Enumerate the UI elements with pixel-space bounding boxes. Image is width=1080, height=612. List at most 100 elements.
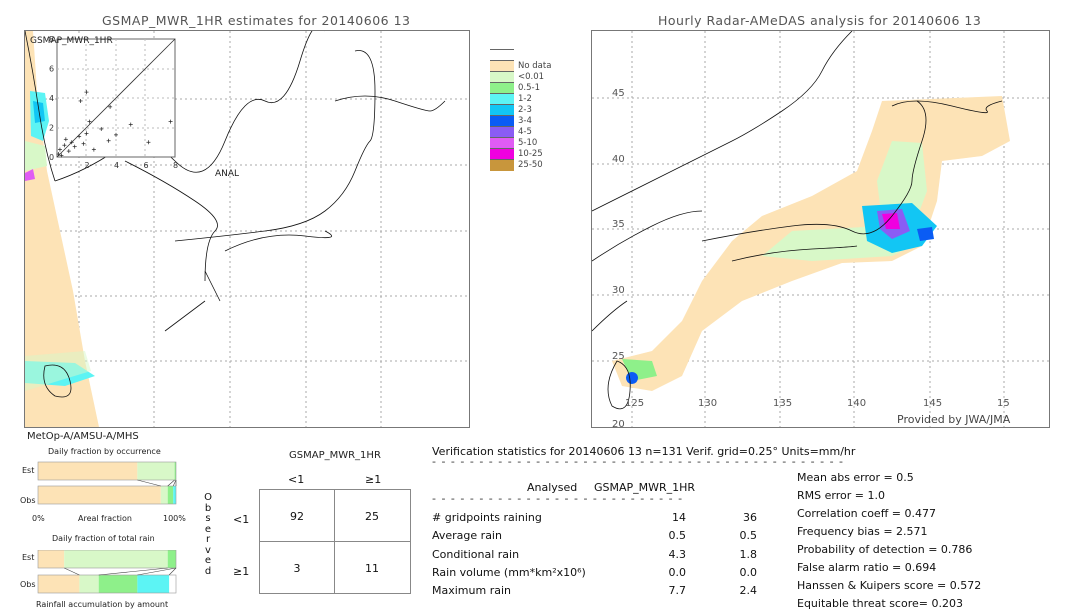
lon-ticks: 125 130 135 140 145 15: [625, 398, 1010, 409]
legend-label: 25-50: [518, 160, 543, 170]
score-line: False alarm ratio = 0.694: [797, 561, 937, 574]
lat-tick: 35: [612, 219, 625, 230]
inset-ytick: 4: [49, 94, 54, 103]
lat-tick: 45: [612, 88, 625, 99]
lon-tick: 15: [997, 398, 1010, 409]
fraction-segment: [167, 486, 174, 504]
axis-right-label: 100%: [163, 514, 186, 523]
fraction-connector: [64, 567, 80, 576]
accumulation-title: Rainfall accumulation by amount: [36, 600, 169, 609]
inset-xtick: 2: [85, 161, 90, 170]
stat-analysed: 4.3: [668, 547, 687, 561]
total-rain-title: Daily fraction of total rain: [52, 534, 155, 543]
score-line: RMS error = 1.0: [797, 489, 885, 502]
left-map: 022446688 GSMAP_MWR_1HR ANAL: [24, 30, 470, 428]
side-letter: O: [204, 492, 212, 503]
occurrence-est-label: Est: [22, 466, 35, 475]
axis-left-label: 0%: [32, 514, 45, 523]
row-header-ge1: ≥1: [233, 565, 250, 578]
inset-ytick: 2: [49, 124, 54, 133]
fraction-segment: [64, 550, 168, 568]
fraction-segment: [38, 462, 138, 480]
stat-label: Rain volume (mm*km²x10⁶): [432, 565, 586, 579]
rain-obs-label: Obs: [20, 580, 36, 589]
left-map-title: GSMAP_MWR_1HR estimates for 20140606 13: [102, 13, 411, 28]
contingency-grid: 92 25 3 11: [259, 489, 411, 594]
inset-xtick: 4: [114, 161, 119, 170]
lat-tick: 20: [612, 419, 625, 427]
side-letter: e: [204, 555, 212, 566]
left-map-canvas: 022446688 GSMAP_MWR_1HR ANAL: [25, 31, 469, 427]
observed-side-label: Observed: [203, 492, 213, 577]
fraction-segment: [137, 462, 175, 480]
legend-label: 0.5-1: [518, 83, 540, 93]
lon-tick: 135: [773, 398, 792, 409]
score-line: Frequency bias = 2.571: [797, 525, 928, 538]
map-credit: Provided by JWA/JMA: [897, 413, 1011, 426]
radar-rain-cell-taiwan: [626, 372, 638, 384]
stat-label: Maximum rain: [432, 584, 511, 598]
stat-analysed: 0.0: [668, 565, 687, 579]
cell-hits: 11: [365, 562, 379, 575]
stat-label: Conditional rain: [432, 547, 520, 561]
divider-2: - - - - - - - - - - - - - - - - - - - - …: [432, 492, 682, 505]
score-line: Equitable threat score= 0.203: [797, 597, 963, 610]
legend-label: 5-10: [518, 138, 538, 148]
cell-false-alarm: 25: [365, 510, 379, 523]
occurrence-obs-label: Obs: [20, 496, 36, 505]
stat-analysed: 14: [672, 511, 686, 524]
score-line: Hanssen & Kuipers score = 0.572: [797, 579, 982, 592]
inset-ytick: 0: [49, 153, 54, 162]
stat-model: 2.4: [739, 584, 758, 598]
occurrence-title: Daily fraction by occurrence: [48, 447, 161, 456]
fraction-segment: [38, 575, 80, 593]
stat-label: Average rain: [432, 529, 502, 543]
lon-tick: 140: [847, 398, 866, 409]
stat-label: # gridpoints raining: [432, 511, 542, 524]
row-header-lt1: <1: [233, 513, 250, 526]
fraction-segment: [137, 575, 170, 593]
inset-xlabel: ANAL: [215, 169, 239, 179]
legend-swatch: [490, 159, 514, 171]
lat-tick: 40: [612, 154, 625, 165]
satellite-label: MetOp-A/AMSU-A/MHS: [27, 431, 139, 442]
legend-label: No data: [518, 61, 552, 71]
legend-label: 4-5: [518, 127, 532, 137]
fraction-segment: [173, 486, 176, 504]
fraction-segment: [38, 486, 161, 504]
total-rain-chart: [37, 550, 177, 594]
stat-analysed: 7.7: [668, 584, 687, 598]
stat-analysed: 0.5: [668, 529, 687, 543]
fraction-segment: [98, 575, 138, 593]
side-letter: d: [204, 565, 212, 577]
legend-label: <0.01: [518, 72, 545, 82]
rain-est-label: Est: [22, 553, 35, 562]
side-letter: s: [205, 513, 211, 524]
inset-xtick: 8: [173, 161, 178, 170]
score-line: Mean abs error = 0.5: [797, 471, 914, 484]
right-map: 45 40 35 30 25 20 125 130 135 140 145 15 Provided …: [591, 30, 1050, 428]
lon-tick: 130: [698, 398, 717, 409]
legend-label: 3-4: [518, 116, 532, 126]
occurrence-chart: [37, 461, 177, 505]
lon-tick: 125: [625, 398, 644, 409]
legend-label: 10-25: [518, 149, 543, 159]
legend-label: 2-3: [518, 105, 532, 115]
score-line: Correlation coeff = 0.477: [797, 507, 936, 520]
contingency-title: GSMAP_MWR_1HR: [289, 450, 381, 461]
stat-model: 36: [743, 511, 757, 524]
score-line: Probability of detection = 0.786: [797, 543, 973, 556]
lat-tick: 30: [612, 285, 625, 296]
fraction-segment: [38, 550, 65, 568]
radar-rain-cell: [917, 227, 934, 241]
legend-label: 1-2: [518, 94, 532, 104]
cell-hits-neg: 92: [290, 510, 304, 523]
fraction-connector: [137, 479, 161, 487]
right-map-canvas: 45 40 35 30 25 20 125 130 135 140 145 15 Provided …: [592, 31, 1049, 427]
divider-1: - - - - - - - - - - - - - - - - - - - - …: [432, 455, 847, 468]
lon-tick: 145: [923, 398, 942, 409]
lat-tick: 25: [612, 351, 625, 362]
stat-model: 0.5: [739, 529, 758, 543]
fraction-segment: [79, 575, 99, 593]
col-header-lt1: <1: [288, 473, 305, 486]
